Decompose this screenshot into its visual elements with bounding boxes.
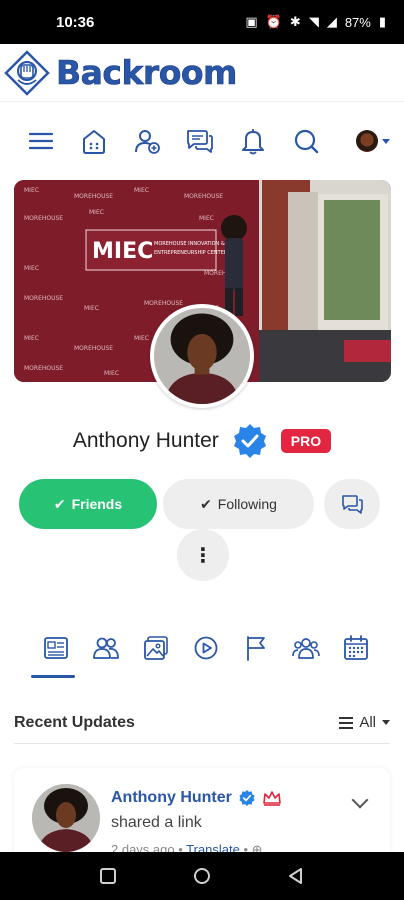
tab-videos[interactable] — [181, 628, 231, 678]
svg-text:ENTREPRENEURSHIP CENTER: ENTREPRENEURSHIP CENTER — [154, 250, 228, 256]
app-header: Backroom — [0, 44, 404, 102]
messages-icon[interactable] — [185, 126, 215, 156]
crown-icon — [263, 791, 281, 806]
home-icon[interactable] — [79, 126, 109, 156]
signal-icon: ◢ — [326, 14, 337, 29]
tab-pages[interactable] — [231, 628, 281, 678]
status-icons: ▣ ⏰ ✱ ◥ ◢ 87% ▮ — [245, 14, 386, 30]
post-author[interactable]: Anthony Hunter — [111, 789, 282, 807]
post-action-text: shared a link — [111, 814, 202, 831]
search-icon[interactable] — [291, 126, 321, 156]
calendar-icon — [344, 635, 368, 660]
verified-badge-icon — [239, 789, 255, 807]
bluetooth-icon: ✱ — [289, 14, 301, 29]
videos-icon — [194, 636, 218, 660]
svg-text:MIEC: MIEC — [199, 215, 214, 222]
backroom-logo-icon[interactable] — [4, 49, 50, 96]
app-name[interactable]: Backroom — [56, 53, 238, 93]
system-nav-bar — [0, 852, 404, 900]
tab-groups[interactable] — [281, 628, 331, 678]
avatar — [356, 130, 378, 152]
pro-badge: PRO — [280, 429, 332, 453]
profile-tabs — [0, 628, 404, 678]
friends-icon — [93, 637, 119, 659]
message-button[interactable] — [324, 479, 380, 529]
battery-percent: 87% — [344, 14, 371, 30]
post-options-chevron-icon[interactable] — [351, 791, 369, 809]
verified-badge-icon — [233, 424, 266, 458]
svg-text:MIEC: MIEC — [134, 335, 149, 342]
svg-text:MOREHOUSE: MOREHOUSE — [74, 193, 113, 200]
add-friend-icon[interactable] — [132, 126, 162, 156]
nfc-icon: ▣ — [245, 14, 258, 29]
svg-text:MOREHOUSE: MOREHOUSE — [184, 193, 223, 200]
feed-filter-dropdown[interactable]: All — [339, 714, 390, 731]
svg-text:MIEC: MIEC — [92, 239, 153, 264]
notifications-icon[interactable] — [238, 126, 268, 156]
home-button-icon[interactable] — [193, 867, 211, 885]
svg-text:MOREHOUSE: MOREHOUSE — [144, 300, 183, 307]
svg-text:MOREHOUSE: MOREHOUSE — [24, 295, 63, 302]
tab-timeline[interactable] — [31, 628, 81, 678]
svg-text:MIEC: MIEC — [24, 187, 39, 194]
section-title: Recent Updates — [14, 713, 135, 731]
svg-text:MOREHOUSE: MOREHOUSE — [74, 345, 113, 352]
back-icon[interactable] — [287, 867, 305, 885]
post-author-avatar[interactable] — [32, 784, 100, 852]
following-button[interactable]: ✔ Following — [163, 479, 314, 529]
photos-icon — [144, 636, 168, 660]
profile-name-row: Anthony Hunter PRO — [0, 422, 404, 460]
more-options-button[interactable]: ⋮ — [177, 529, 229, 581]
tab-photos[interactable] — [131, 628, 181, 678]
tab-friends[interactable] — [81, 628, 131, 678]
svg-text:MIEC: MIEC — [24, 335, 39, 342]
checkmark-icon: ✔ — [53, 495, 66, 512]
filter-label: All — [359, 714, 376, 731]
post-author-name[interactable]: Anthony Hunter — [111, 789, 232, 807]
battery-icon: ▮ — [378, 14, 386, 29]
timeline-icon — [44, 637, 68, 659]
flag-icon — [247, 636, 265, 661]
status-time: 10:36 — [56, 13, 95, 31]
chevron-down-icon — [382, 720, 390, 725]
svg-text:MIEC: MIEC — [104, 370, 119, 377]
friends-button[interactable]: ✔ Friends — [19, 479, 157, 529]
checkmark-icon: ✔ — [200, 495, 212, 512]
top-toolbar — [0, 110, 404, 172]
svg-text:MOREHOUSE INNOVATION &: MOREHOUSE INNOVATION & — [154, 241, 225, 247]
svg-text:MIEC: MIEC — [134, 187, 149, 194]
svg-text:MIEC: MIEC — [89, 209, 104, 216]
profile-name: Anthony Hunter — [72, 429, 219, 452]
svg-text:MOREHOUSE: MOREHOUSE — [24, 215, 63, 222]
alarm-icon: ⏰ — [265, 14, 282, 29]
svg-text:MIEC: MIEC — [24, 265, 39, 272]
profile-avatar[interactable] — [150, 304, 254, 408]
recent-updates-header: Recent Updates All — [14, 702, 390, 744]
filter-icon — [339, 716, 354, 729]
recents-icon[interactable] — [99, 867, 117, 885]
wifi-icon: ◥ — [308, 14, 319, 29]
profile-actions: ✔ Friends ✔ Following — [0, 478, 404, 530]
groups-icon — [292, 638, 320, 659]
following-button-label: Following — [217, 496, 277, 512]
menu-icon[interactable] — [26, 126, 56, 156]
message-icon — [342, 495, 363, 514]
tab-events[interactable] — [331, 628, 381, 678]
friends-button-label: Friends — [71, 496, 123, 512]
svg-text:MOREHOUSE: MOREHOUSE — [24, 365, 63, 372]
chevron-down-icon — [382, 138, 390, 144]
svg-text:MIEC: MIEC — [84, 305, 99, 312]
status-bar: 10:36 ▣ ⏰ ✱ ◥ ◢ 87% ▮ — [0, 0, 404, 44]
account-menu[interactable] — [356, 130, 390, 152]
